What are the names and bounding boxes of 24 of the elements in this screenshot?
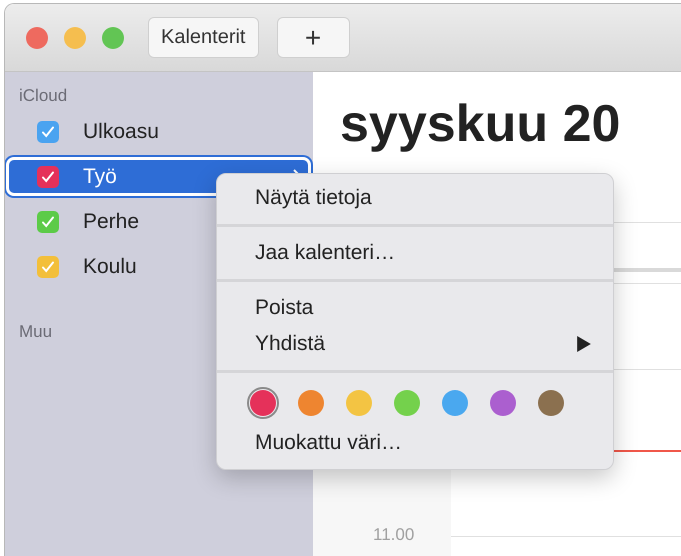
menu-item[interactable]: Jaa kalenteri…	[217, 235, 613, 271]
checkbox[interactable]	[37, 256, 59, 278]
add-button[interactable]: +	[276, 17, 350, 58]
calendar-row[interactable]: Ulkoasu	[5, 112, 313, 151]
menu-item[interactable]: Poista	[217, 290, 613, 326]
color-swatch[interactable]	[247, 387, 279, 419]
checkbox[interactable]	[37, 210, 59, 232]
check-icon	[40, 168, 56, 184]
submenu-arrow-icon	[577, 336, 591, 352]
checkbox[interactable]	[37, 166, 59, 188]
close-button[interactable]	[26, 26, 48, 48]
calendars-button[interactable]: Kalenterit	[148, 17, 258, 58]
check-icon	[40, 258, 56, 274]
checkbox[interactable]	[37, 120, 59, 142]
check-icon	[40, 214, 56, 230]
month-title: syyskuu 20	[340, 94, 620, 154]
menu-item[interactable]: Yhdistä	[217, 326, 613, 362]
menu-item[interactable]: Muokattu väri…	[217, 425, 613, 461]
zoom-button[interactable]	[102, 26, 124, 48]
time-label: 11.00	[373, 525, 414, 545]
group-heading: iCloud	[18, 86, 68, 107]
group-heading: Muu	[18, 322, 52, 343]
check-icon	[40, 124, 56, 140]
minimize-button[interactable]	[64, 26, 86, 48]
